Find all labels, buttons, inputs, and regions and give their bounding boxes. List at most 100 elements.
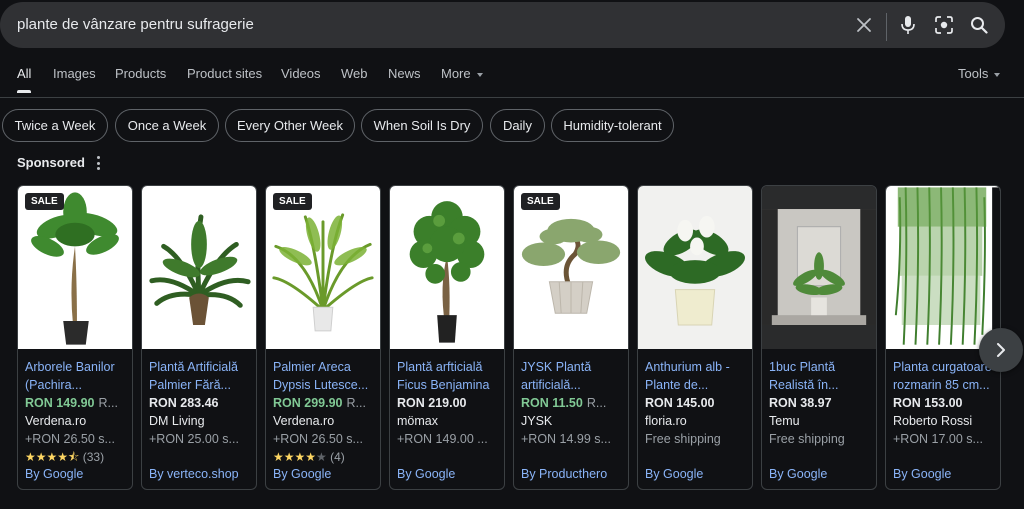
shipping-info: +RON 26.50 s...: [25, 432, 115, 446]
merchant-name: mömax: [397, 414, 438, 428]
tab-more-label: More: [441, 66, 471, 81]
shipping-info: Free shipping: [645, 432, 721, 446]
rating-count: (33): [82, 450, 105, 464]
sale-price: RON 299.90: [273, 396, 343, 410]
product-price: RON 219.00: [397, 396, 467, 410]
product-title[interactable]: Palmier Areca Dypsis Lutesce...: [273, 358, 374, 394]
tab-images[interactable]: Images: [53, 66, 96, 81]
chip-every-other-week[interactable]: Every Other Week: [225, 109, 355, 142]
sale-badge: SALE: [521, 193, 560, 210]
chip-once-a-week[interactable]: Once a Week: [115, 109, 219, 142]
shipping-info: +RON 26.50 s...: [273, 432, 363, 446]
by-google-link[interactable]: By Google: [273, 467, 331, 481]
shipping-info: +RON 149.00 ...: [397, 432, 488, 446]
ficus-tree-image: [409, 201, 485, 343]
product-card[interactable]: Anthurium alb - Plante de... RON 145.00 …: [637, 185, 753, 490]
tab-web[interactable]: Web: [341, 66, 368, 81]
product-title[interactable]: Arborele Banilor (Pachira...: [25, 358, 126, 394]
product-card[interactable]: Plantă Artificială Palmier Fără... RON 2…: [141, 185, 257, 490]
product-card[interactable]: SALE JYSK Plantă artificială... RON 11.5…: [513, 185, 629, 490]
next-arrow-button[interactable]: [979, 328, 1023, 372]
tab-product-sites[interactable]: Product sites: [187, 66, 262, 81]
room-plant-image: [762, 209, 876, 325]
shipping-info: Free shipping: [769, 432, 845, 446]
tab-news[interactable]: News: [388, 66, 421, 81]
chevron-down-icon: [476, 72, 483, 77]
shipping-info: +RON 17.00 s...: [893, 432, 983, 446]
product-price: RON 11.50 R...: [521, 394, 622, 412]
anthurium-image: [645, 215, 745, 326]
product-price: RON 283.46: [149, 396, 219, 410]
chevron-down-icon: [994, 72, 1001, 77]
by-google-link[interactable]: By Google: [769, 467, 827, 481]
search-divider: [886, 13, 887, 41]
merchant-name: JYSK: [521, 414, 553, 428]
sponsored-label: Sponsored: [17, 155, 85, 170]
chip-humidity-tolerant[interactable]: Humidity-tolerant: [551, 109, 674, 142]
shipping-info: +RON 14.99 s...: [521, 432, 611, 446]
merchant-name: Roberto Rossi: [893, 414, 973, 428]
tools-button[interactable]: Tools: [958, 66, 1001, 81]
rating: ★★★★⯪ (33): [25, 448, 126, 466]
by-google-link[interactable]: By Google: [645, 467, 703, 481]
product-price: RON 145.00: [645, 396, 715, 410]
product-price: RON 299.90 R...: [273, 394, 374, 412]
search-input[interactable]: plante de vânzare pentru sufragerie: [17, 16, 254, 33]
tab-videos[interactable]: Videos: [281, 66, 321, 81]
rating-count: (4): [330, 450, 345, 464]
lens-icon[interactable]: [934, 15, 954, 35]
product-card[interactable]: SALE Arborele Banilor (Pachira... RON 14…: [17, 185, 133, 490]
sale-price: RON 149.90: [25, 396, 95, 410]
tab-more[interactable]: More: [441, 66, 483, 81]
hanging-rosemary-image: [894, 187, 1000, 348]
sale-badge: SALE: [25, 193, 64, 210]
old-price: R...: [586, 396, 607, 410]
sale-badge: SALE: [273, 193, 312, 210]
tools-label: Tools: [958, 66, 989, 81]
product-title[interactable]: Anthurium alb - Plante de...: [645, 358, 746, 394]
product-card[interactable]: 1buc Plantă Realistă în... RON 38.97 Tem…: [761, 185, 877, 490]
bonsai-image: [521, 218, 621, 314]
chip-when-soil-is-dry[interactable]: When Soil Is Dry: [361, 109, 483, 142]
palm-plant-image: [149, 214, 251, 325]
product-image: SALE: [514, 186, 628, 349]
product-image: [390, 186, 504, 349]
search-icon[interactable]: [969, 15, 989, 35]
money-tree-image: [31, 192, 119, 345]
product-title[interactable]: JYSK Plantă artificială...: [521, 358, 622, 394]
chip-twice-a-week[interactable]: Twice a Week: [2, 109, 108, 142]
by-merchant-link[interactable]: By verteco.shop: [149, 467, 239, 481]
product-image: [142, 186, 256, 349]
clear-icon[interactable]: [854, 15, 874, 35]
product-image: [762, 186, 876, 349]
tab-all[interactable]: All: [17, 66, 32, 93]
old-price: R...: [346, 396, 366, 410]
search-bar[interactable]: plante de vânzare pentru sufragerie: [0, 2, 1005, 48]
product-card[interactable]: SALE Palmier Areca Dypsis Lutesce... RON…: [265, 185, 381, 490]
product-title[interactable]: 1buc Plantă Realistă în...: [769, 358, 870, 394]
product-card[interactable]: Plantă arfticială Ficus Benjamina RON 21…: [389, 185, 505, 490]
merchant-name: DM Living: [149, 414, 205, 428]
product-image: [638, 186, 752, 349]
star-rating-icon: ★★★★★: [273, 450, 327, 464]
product-title[interactable]: Plantă Artificială Palmier Fără...: [149, 358, 250, 394]
star-rating-icon: ★★★★⯪: [25, 450, 80, 464]
chevron-right-icon: [997, 343, 1005, 357]
microphone-icon[interactable]: [898, 15, 918, 35]
tab-products[interactable]: Products: [115, 66, 166, 81]
product-title[interactable]: Plantă arfticială Ficus Benjamina: [397, 358, 498, 394]
product-title[interactable]: Planta curgatoare rozmarin 85 cm...: [893, 358, 994, 394]
by-google-link[interactable]: By Google: [25, 467, 83, 481]
by-google-link[interactable]: By Google: [893, 467, 951, 481]
more-options-icon[interactable]: [95, 156, 101, 170]
merchant-name: Verdena.ro: [273, 414, 335, 428]
chip-daily[interactable]: Daily: [490, 109, 545, 142]
sale-price: RON 11.50: [521, 396, 583, 410]
shipping-info: +RON 25.00 s...: [149, 432, 239, 446]
by-merchant-link[interactable]: By Producthero: [521, 467, 607, 481]
search-tabs: All Images Products Product sites Videos…: [0, 62, 1024, 98]
merchant-name: Verdena.ro: [25, 414, 87, 428]
by-google-link[interactable]: By Google: [397, 467, 455, 481]
old-price: R...: [98, 396, 118, 410]
product-image: SALE: [18, 186, 132, 349]
